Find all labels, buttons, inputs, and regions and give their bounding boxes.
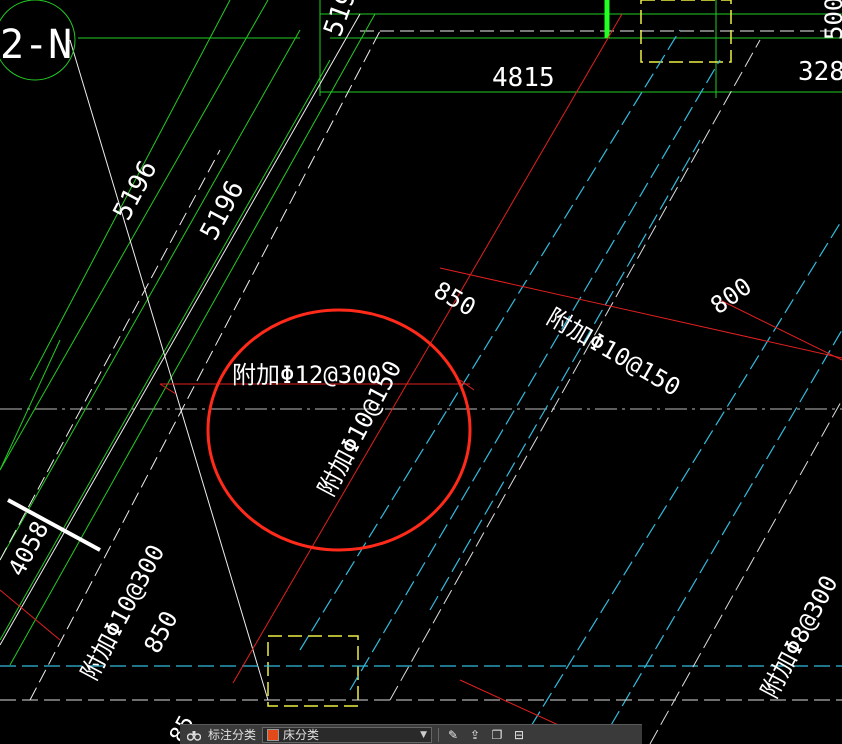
dim-5196-a: 5196 (108, 156, 164, 225)
dim-500: 500 (820, 0, 842, 40)
rebar-d8-300-right: 附加Φ8@300 (756, 571, 842, 703)
cyan-dashed-lines (0, 29, 842, 744)
layer-select-value: 床分类 (283, 728, 320, 742)
green-diagonal-lines (0, 0, 376, 666)
dim-4058: 4058 (3, 517, 55, 581)
binoculars-icon[interactable] (186, 727, 202, 743)
layer-color-swatch (267, 728, 280, 741)
copy-icon[interactable]: ❐ (489, 727, 505, 743)
edit-icon[interactable]: ✎ (445, 727, 461, 743)
dim-850-low: 850 (139, 606, 184, 657)
rebar-h12-300: 附加Φ12@300 (232, 361, 381, 389)
bottom-toolbar: 标注分类 床分类 ▼ ✎ ⇪ ❐ ⊟ (180, 724, 642, 744)
top-dimension-lines (78, 0, 842, 98)
axis-bubble-label: 2-N (0, 22, 72, 68)
layer-select[interactable]: 床分类 ▼ (262, 726, 433, 743)
yellow-box-bottom (267, 635, 359, 707)
highlight-circle-annotation[interactable] (206, 308, 472, 552)
layer-category-label: 标注分类 (208, 728, 257, 742)
dim-3285: 3285 (798, 57, 842, 87)
dim-5196-top: 5196 (318, 0, 368, 40)
dim-850-mid: 850 (429, 276, 481, 322)
dim-4815: 4815 (492, 63, 555, 93)
dim-800: 800 (705, 272, 757, 320)
white-diagonal-lines (0, 13, 381, 701)
toolbar-separator (438, 727, 440, 742)
cad-canvas[interactable]: 2-N 4815 3285 500 5196 5196 5196 850 800… (0, 0, 842, 744)
chevron-down-icon: ▼ (420, 729, 428, 740)
upload-icon[interactable]: ⇪ (467, 727, 483, 743)
stamp-icon[interactable]: ⊟ (511, 727, 527, 743)
white-dashed-diagonals-right (0, 39, 842, 744)
dim-5196-b: 5196 (195, 176, 251, 245)
